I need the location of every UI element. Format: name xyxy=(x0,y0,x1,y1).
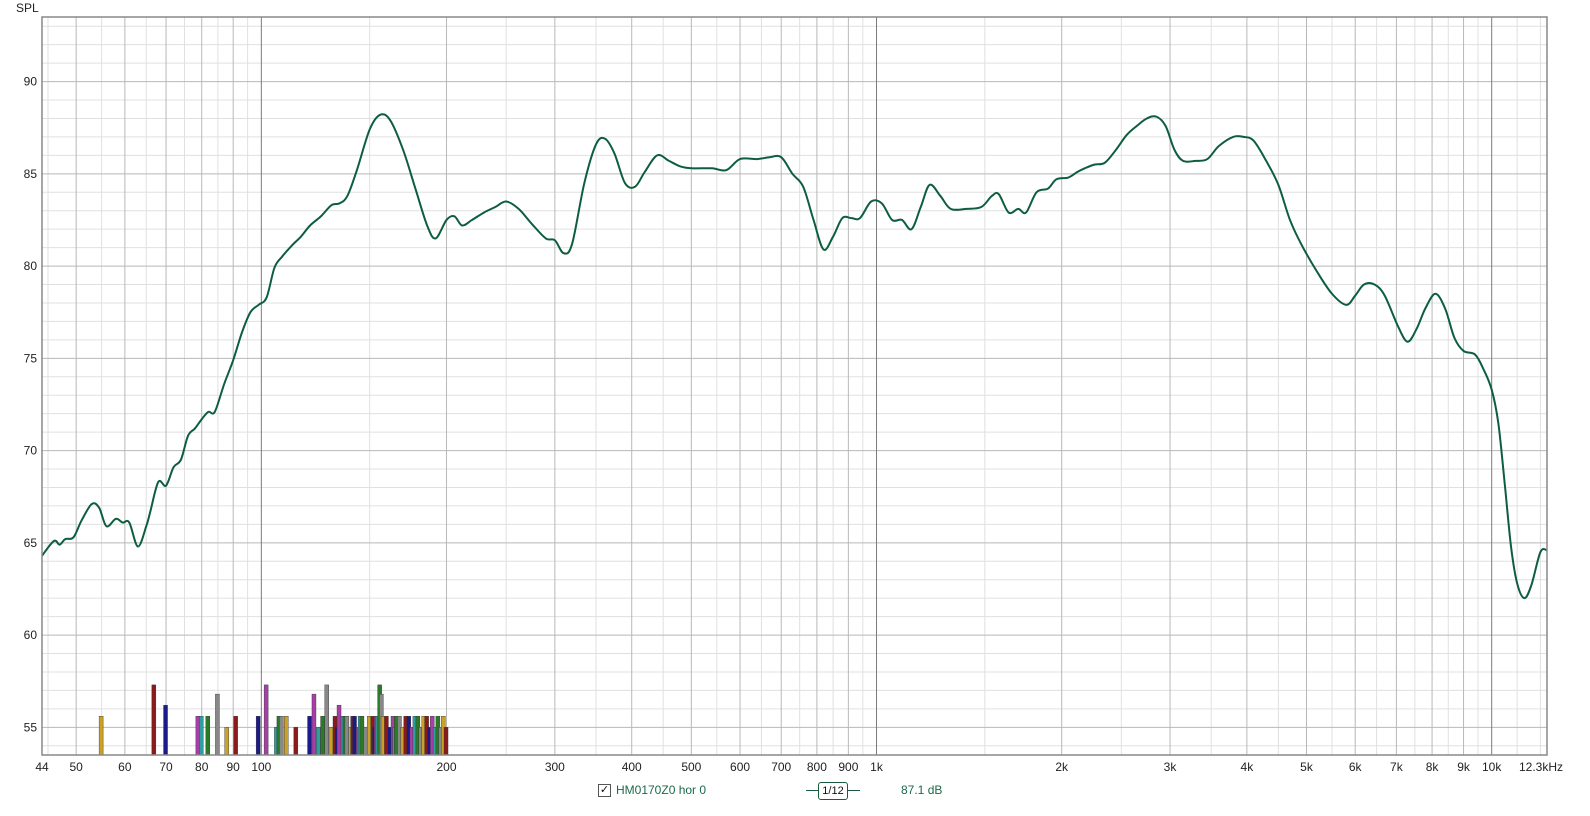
x-tick-label: 12.3kHz xyxy=(1519,760,1563,774)
bars-layer xyxy=(98,684,449,756)
x-tick-label: 800 xyxy=(807,760,827,774)
x-tick-label: 50 xyxy=(69,760,83,774)
x-tick-label: 300 xyxy=(545,760,565,774)
marker-bar xyxy=(284,716,289,756)
marker-bar xyxy=(316,727,321,756)
measurement-checkbox[interactable]: ✓ xyxy=(598,784,611,797)
x-tick-label: 6k xyxy=(1349,760,1363,774)
marker-bar xyxy=(279,716,284,756)
x-tick-label: 500 xyxy=(681,760,701,774)
marker-bar xyxy=(311,693,317,756)
marker-bar xyxy=(163,704,168,756)
x-tick-label: 3k xyxy=(1164,760,1178,774)
y-tick-label: 75 xyxy=(24,351,38,365)
frequency-response-chart: 55 60 65 70 75 80 85 90 44 50 60 70 80 90 100 200 300 40… xyxy=(16,1,1563,774)
x-tick-label: 400 xyxy=(622,760,642,774)
grid-minor xyxy=(42,17,1547,755)
marker-bar xyxy=(199,716,204,756)
marker-bar xyxy=(263,684,269,756)
x-tick-label: 700 xyxy=(771,760,791,774)
y-tick-label: 60 xyxy=(24,628,38,642)
x-tick-label: 90 xyxy=(227,760,241,774)
x-tick-label: 44 xyxy=(35,760,49,774)
marker-bar xyxy=(151,684,157,756)
marker-bar xyxy=(328,727,334,756)
marker-bar xyxy=(443,727,449,756)
marker-bar xyxy=(98,716,104,756)
marker-bar xyxy=(352,716,357,756)
marker-bar xyxy=(255,716,261,756)
x-tick-label: 80 xyxy=(195,760,209,774)
x-tick-label: 600 xyxy=(730,760,750,774)
x-tick-label: 100 xyxy=(251,760,271,774)
x-tick-label: 7k xyxy=(1390,760,1404,774)
x-tick-label: 200 xyxy=(437,760,457,774)
marker-bar xyxy=(324,684,329,756)
grid-major xyxy=(42,17,1547,755)
x-axis-ticks: 44 50 60 70 80 90 100 200 300 400 500 600 700 800 900 1… xyxy=(35,760,1563,774)
y-tick-label: 55 xyxy=(24,720,38,734)
y-tick-label: 80 xyxy=(24,259,38,273)
y-tick-label: 85 xyxy=(24,167,38,181)
x-tick-label: 900 xyxy=(838,760,858,774)
marker-bar xyxy=(293,727,299,756)
marker-bar xyxy=(344,716,350,756)
y-tick-label: 65 xyxy=(24,536,38,550)
x-tick-label: 5k xyxy=(1300,760,1314,774)
marker-bar xyxy=(224,727,229,756)
curve-layer xyxy=(41,113,1548,600)
cursor-value-readout: 87.1 dB xyxy=(901,783,943,797)
marker-bar xyxy=(233,716,238,756)
plot-frame xyxy=(41,16,1548,756)
x-tick-label: 1k xyxy=(870,760,884,774)
y-tick-label: 90 xyxy=(24,75,38,89)
marker-bar xyxy=(336,704,342,756)
measurement-name[interactable]: HM0170Z0 hor 0 xyxy=(616,783,706,797)
x-tick-label: 2k xyxy=(1055,760,1069,774)
x-tick-label: 9k xyxy=(1457,760,1471,774)
x-tick-label: 60 xyxy=(118,760,132,774)
x-tick-label: 70 xyxy=(159,760,173,774)
y-axis-ticks: 55 60 65 70 75 80 85 90 xyxy=(24,75,38,735)
x-tick-label: 10k xyxy=(1482,760,1502,774)
smoothing-value[interactable]: 1/12 xyxy=(818,782,848,800)
marker-bar xyxy=(205,716,211,756)
marker-bar xyxy=(307,716,312,756)
marker-bar xyxy=(320,716,325,756)
marker-bar xyxy=(359,716,365,756)
legend-bar: ✓ HM0170Z0 hor 0 1/12 87.1 dB xyxy=(0,780,1590,806)
marker-bar xyxy=(215,693,220,756)
x-tick-label: 8k xyxy=(1426,760,1440,774)
y-axis-title: SPL xyxy=(16,1,39,15)
series-line-hm0170z0 xyxy=(41,113,1548,600)
y-tick-label: 70 xyxy=(24,444,38,458)
x-tick-label: 4k xyxy=(1241,760,1255,774)
smoothing-control[interactable]: 1/12 xyxy=(806,782,860,800)
